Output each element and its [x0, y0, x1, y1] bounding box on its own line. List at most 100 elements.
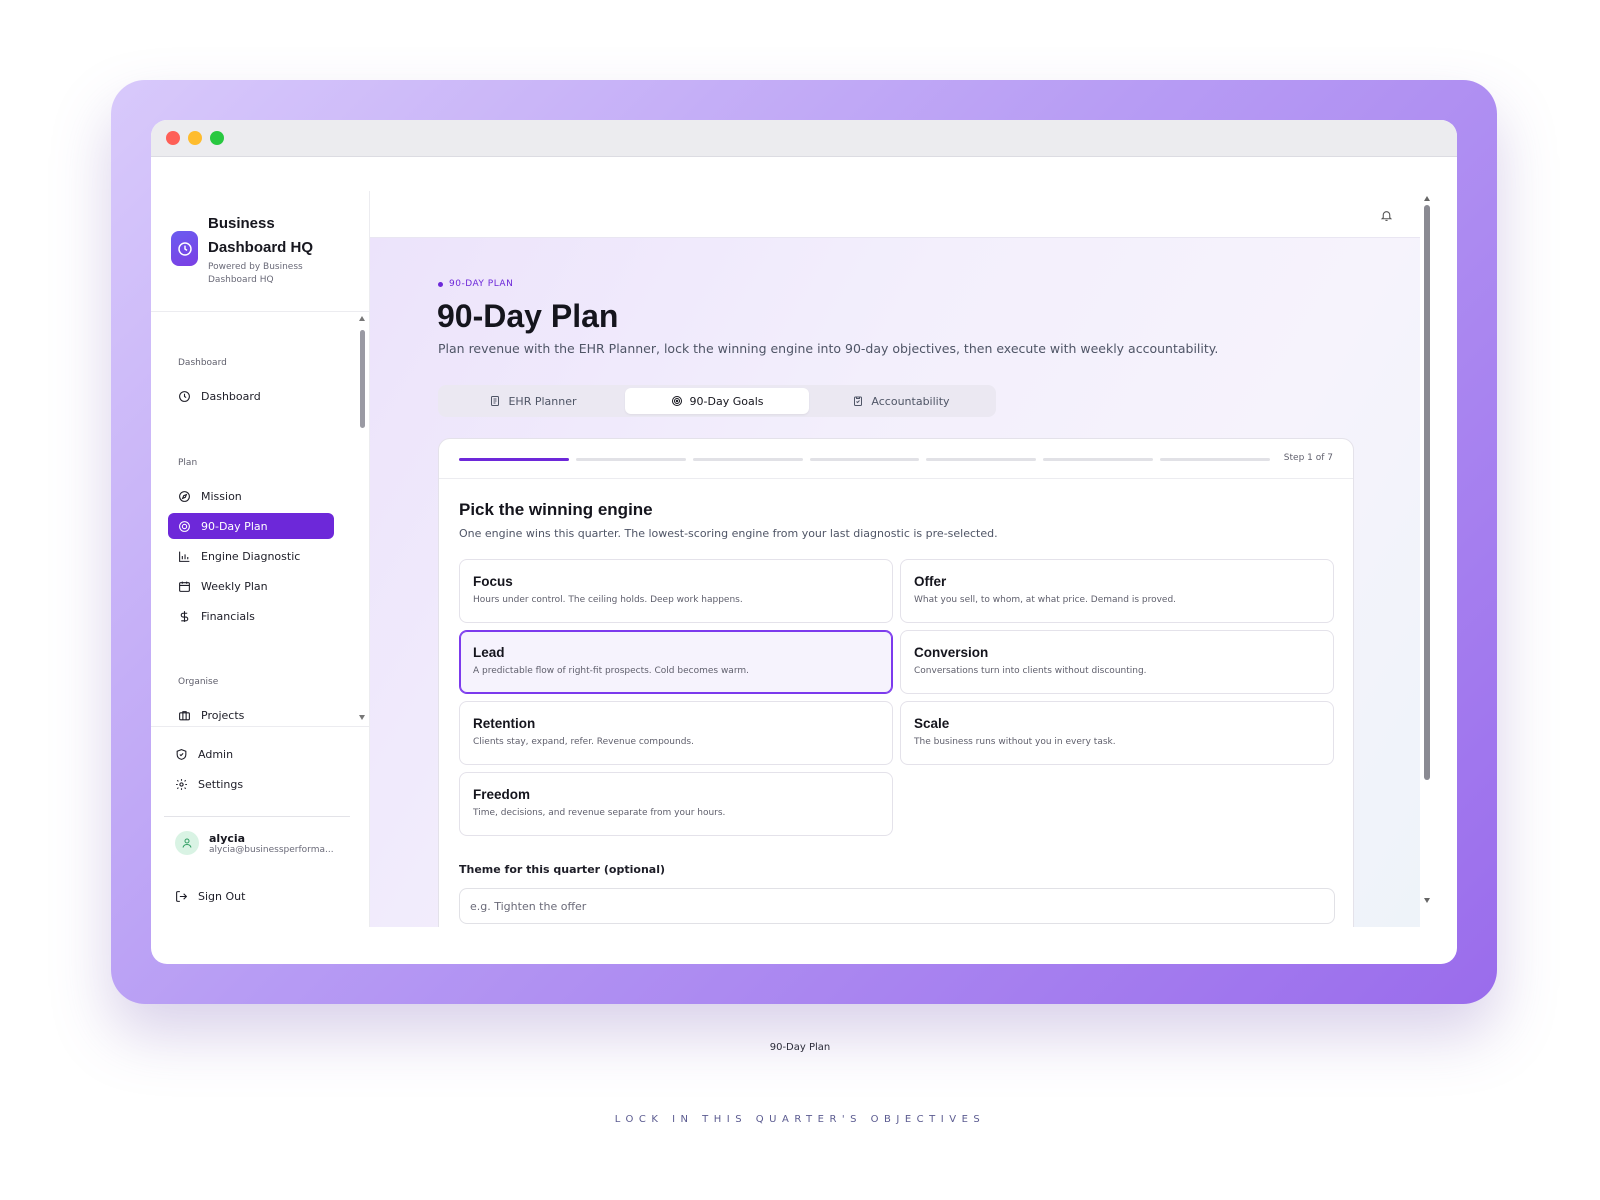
engine-option-conversion[interactable]: Conversion Conversations turn into client…: [900, 630, 1334, 694]
sidebar-item-label: Projects: [201, 708, 245, 722]
tagline: LOCK IN THIS QUARTER'S OBJECTIVES: [614, 1114, 986, 1125]
top-bar: [370, 157, 1420, 237]
eyebrow-dot-icon: [438, 281, 443, 287]
engine-description: What you sell, to whom, at what price. D…: [914, 595, 1177, 605]
page-eyebrow: 90-DAY PLAN: [438, 279, 513, 289]
step-segment: [1043, 458, 1154, 461]
engine-name: Scale: [914, 716, 950, 731]
dollar-icon: [180, 610, 189, 622]
tab-90-day-goals[interactable]: 90-Day Goals: [625, 388, 809, 414]
page-title: 90-Day Plan: [437, 298, 619, 334]
tab-ehr-planner[interactable]: EHR Planner: [441, 388, 625, 414]
engine-name: Freedom: [473, 787, 531, 802]
sidebar-item-financials[interactable]: Financials: [168, 603, 334, 629]
nav-scroll-down-icon[interactable]: [359, 715, 365, 720]
main-scroll-up-icon[interactable]: [1424, 196, 1430, 201]
plan-tabs: EHR Planner 90-Day Goals Accountability: [438, 385, 996, 417]
minimize-window-button[interactable]: [188, 131, 202, 145]
step-segment: [575, 458, 686, 461]
page-subtitle: Plan revenue with the EHR Planner, lock …: [438, 341, 1219, 356]
engine-picker-card: Step 1 of 7 Pick the winning engine One …: [438, 438, 1354, 927]
bar-chart-icon: [179, 551, 190, 562]
step-segment: [809, 458, 920, 461]
clipboard-icon: [854, 396, 863, 406]
brand-title: Business Dashboard HQ: [208, 215, 314, 256]
calendar-icon: [179, 581, 190, 592]
app-body: Business Dashboard HQ Powered by Busines…: [151, 157, 1457, 964]
engine-name: Offer: [914, 574, 947, 589]
user-icon: [182, 838, 192, 848]
engine-option-freedom[interactable]: Freedom Time, decisions, and revenue sepa…: [459, 772, 893, 836]
engine-option-retention[interactable]: Retention Clients stay, expand, refer. Re…: [459, 701, 893, 765]
engine-name: Retention: [473, 716, 536, 731]
settings-link[interactable]: Settings: [165, 772, 243, 796]
app-window: Business Dashboard HQ Powered by Busines…: [151, 120, 1457, 964]
tab-label: Accountability: [871, 394, 950, 408]
nav-scroll-up-icon[interactable]: [359, 316, 365, 321]
sidebar-item-mission[interactable]: Mission: [168, 483, 334, 509]
step-segment: [1160, 458, 1270, 461]
target-icon: [179, 520, 190, 532]
sign-out-button[interactable]: Sign Out: [165, 884, 245, 908]
sidebar-nav: Dashboard Dashboard Plan Mission 90-Day …: [151, 312, 369, 726]
sidebar-item-projects[interactable]: Projects: [168, 702, 334, 726]
tab-label: 90-Day Goals: [689, 394, 764, 408]
sidebar-item-label: Financials: [201, 609, 255, 623]
engine-option-focus[interactable]: Focus Hours under control. The ceiling ho…: [459, 559, 893, 623]
admin-label: Admin: [198, 747, 234, 761]
sidebar-item-label: Dashboard: [201, 389, 261, 403]
theme-input[interactable]: [459, 888, 1335, 924]
tab-accountability[interactable]: Accountability: [809, 388, 993, 414]
avatar: [175, 831, 199, 855]
main-scrollbar[interactable]: [1424, 205, 1430, 780]
engine-description: Time, decisions, and revenue separate fr…: [473, 808, 726, 818]
nav-section-organise: Organise: [178, 677, 219, 687]
sidebar-item-weekly-plan[interactable]: Weekly Plan: [168, 573, 334, 599]
sidebar-item-label: Mission: [201, 489, 242, 503]
close-window-button[interactable]: [166, 131, 180, 145]
window-titlebar: [151, 120, 1457, 157]
engine-description: Conversations turn into clients without …: [914, 666, 1147, 676]
step-segment: [459, 458, 569, 461]
brand-subtitle: Powered by Business Dashboard HQ: [208, 262, 303, 285]
compass-icon: [179, 490, 190, 502]
content-area: 90-DAY PLAN 90-Day Plan Plan revenue wit…: [370, 237, 1420, 927]
sign-out-icon: [176, 890, 188, 902]
clock-icon: [179, 390, 190, 402]
engine-description: Hours under control. The ceiling holds. …: [473, 595, 743, 605]
nav-scrollbar[interactable]: [360, 330, 365, 428]
nav-section-plan: Plan: [178, 458, 198, 468]
engine-option-lead[interactable]: Lead A predictable flow of right-fit pros…: [459, 630, 893, 694]
clock-logo-icon: [171, 231, 198, 266]
card-title: Pick the winning engine: [459, 500, 653, 519]
settings-label: Settings: [198, 777, 244, 791]
target-icon: [671, 396, 682, 406]
sidebar-item-90-day-plan[interactable]: 90-Day Plan: [168, 513, 334, 539]
bell-icon[interactable]: [1380, 207, 1393, 226]
nav-section-dashboard: Dashboard: [178, 358, 227, 368]
step-segment: [926, 458, 1037, 461]
stepper: Step 1 of 7: [439, 439, 1353, 479]
user-email: alycia@businessperforma...: [209, 844, 334, 855]
document-icon: [491, 396, 500, 406]
engine-name: Conversion: [914, 645, 989, 660]
main-scroll-down-icon[interactable]: [1424, 898, 1430, 903]
sidebar-item-engine-diagnostic[interactable]: Engine Diagnostic: [168, 543, 334, 569]
engine-option-offer[interactable]: Offer What you sell, to whom, at what pri…: [900, 559, 1334, 623]
theme-label: Theme for this quarter (optional): [459, 863, 666, 876]
engine-description: The business runs without you in every t…: [914, 737, 1116, 747]
engine-option-scale[interactable]: Scale The business runs without you in ev…: [900, 701, 1334, 765]
engine-description: A predictable flow of right-fit prospect…: [473, 666, 749, 676]
sign-out-label: Sign Out: [198, 889, 246, 903]
card-subtitle: One engine wins this quarter. The lowest…: [459, 527, 998, 540]
admin-link[interactable]: Admin: [165, 742, 233, 766]
maximize-window-button[interactable]: [210, 131, 224, 145]
sidebar: Business Dashboard HQ Powered by Busines…: [151, 157, 369, 927]
brand: Business Dashboard HQ Powered by Busines…: [171, 212, 338, 287]
gear-icon: [176, 778, 187, 790]
user-profile[interactable]: alycia alycia@businessperforma...: [175, 831, 335, 855]
sidebar-item-dashboard[interactable]: Dashboard: [168, 383, 334, 409]
sidebar-item-label: 90-Day Plan: [201, 519, 268, 533]
nav-footer-divider: [151, 726, 369, 727]
engine-description: Clients stay, expand, refer. Revenue com…: [473, 737, 694, 747]
